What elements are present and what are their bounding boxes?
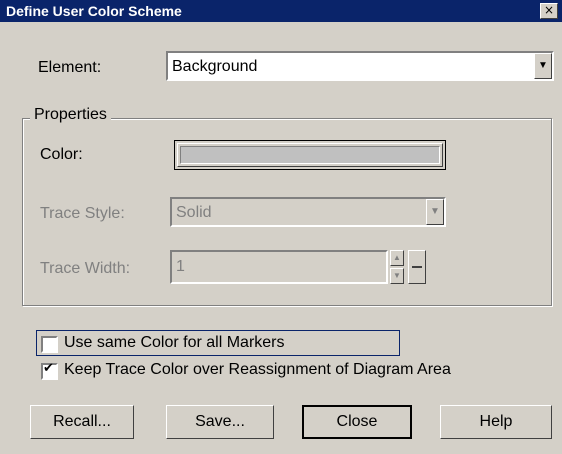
- trace-width-slider-button[interactable]: [408, 250, 426, 284]
- trace-width-input[interactable]: 1: [170, 250, 388, 284]
- trace-style-value: Solid: [176, 204, 212, 221]
- check-icon: ✔: [43, 361, 54, 376]
- close-window-button[interactable]: ×: [540, 3, 558, 19]
- chevron-down-icon[interactable]: ▼: [534, 53, 552, 79]
- color-picker-button[interactable]: [174, 140, 446, 170]
- title-bar: Define User Color Scheme ×: [0, 0, 562, 22]
- color-label: Color:: [40, 146, 83, 163]
- spin-up-icon[interactable]: ▲: [390, 250, 404, 266]
- help-button[interactable]: Help: [440, 405, 552, 439]
- trace-style-select[interactable]: Solid ▼: [170, 197, 446, 227]
- same-color-markers-label[interactable]: Use same Color for all Markers: [64, 334, 285, 352]
- element-label: Element:: [38, 59, 102, 76]
- chevron-down-icon[interactable]: ▼: [426, 199, 444, 225]
- keep-trace-color-label[interactable]: Keep Trace Color over Reassignment of Di…: [64, 361, 451, 379]
- trace-style-label: Trace Style:: [40, 205, 125, 222]
- properties-group-label: Properties: [30, 106, 111, 124]
- color-swatch: [180, 146, 440, 164]
- save-button[interactable]: Save...: [166, 405, 274, 439]
- trace-width-label: Trace Width:: [40, 260, 131, 277]
- keep-trace-color-checkbox[interactable]: ✔: [41, 361, 58, 380]
- close-button[interactable]: Close: [302, 405, 412, 439]
- same-color-markers-checkbox[interactable]: [41, 336, 58, 353]
- element-select-value: Background: [172, 58, 258, 75]
- element-select[interactable]: Background ▼: [166, 51, 554, 81]
- trace-width-value: 1: [176, 258, 185, 275]
- spin-down-icon[interactable]: ▼: [390, 268, 404, 284]
- window-title: Define User Color Scheme: [6, 3, 182, 19]
- recall-button[interactable]: Recall...: [30, 405, 134, 439]
- close-icon: ×: [543, 3, 555, 17]
- trace-width-spinner[interactable]: ▲ ▼: [390, 250, 404, 284]
